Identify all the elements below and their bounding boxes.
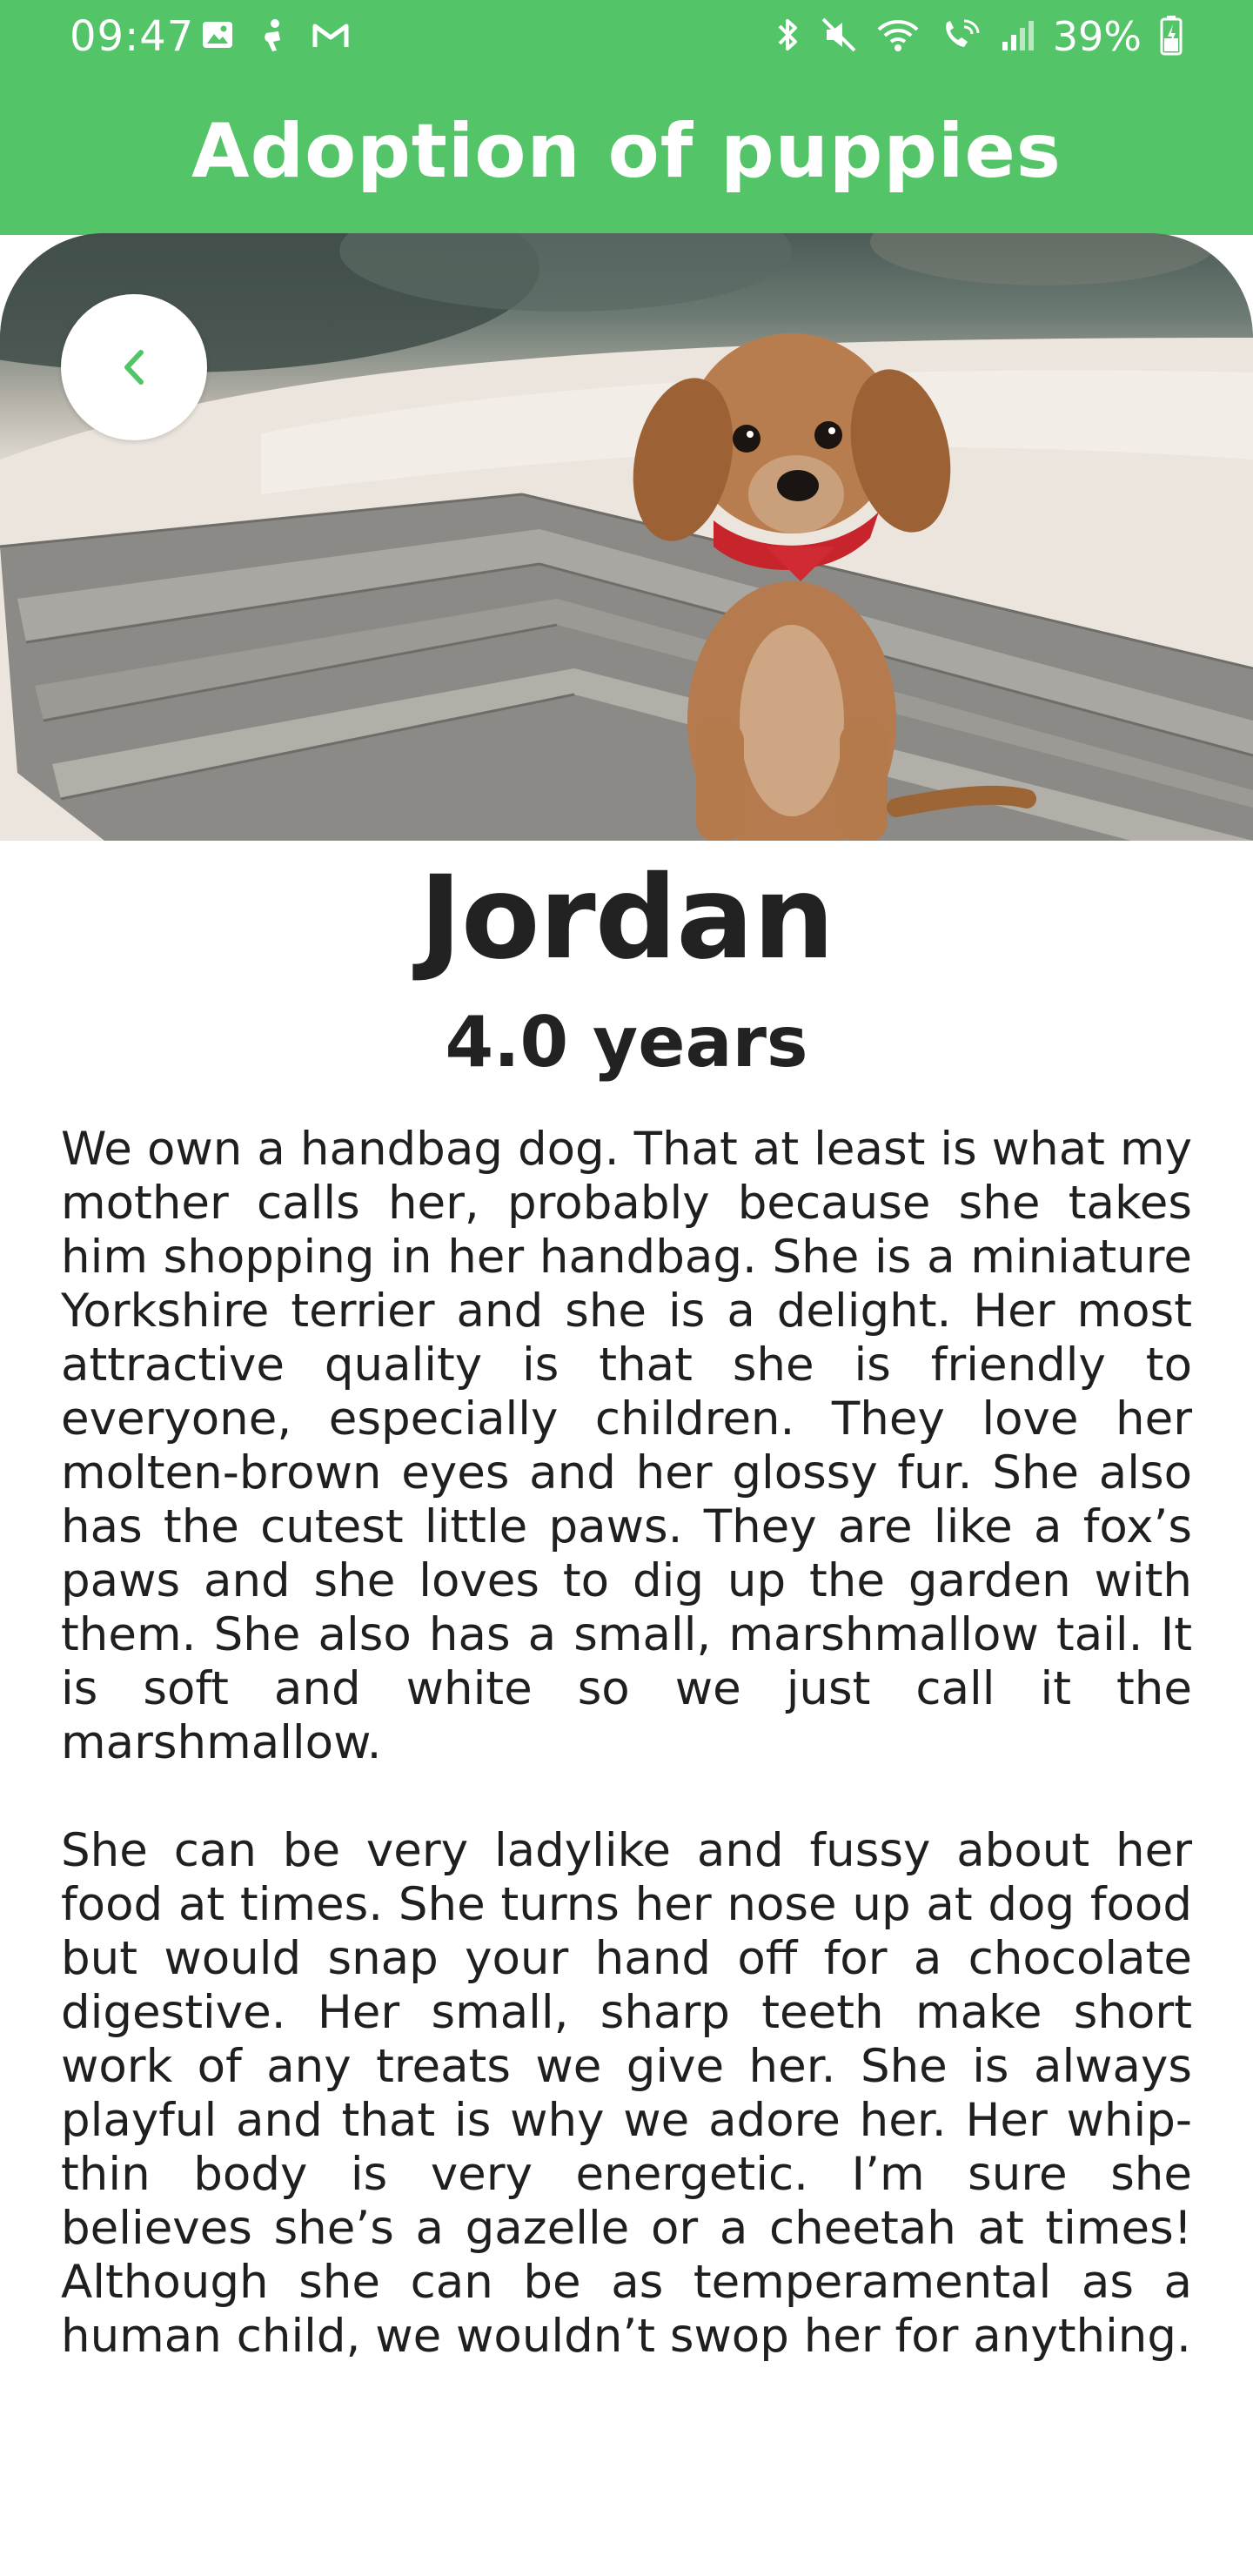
chevron-left-icon [124, 350, 144, 385]
battery-percent: 39% [1052, 13, 1142, 60]
status-bar: 09:47 39% [0, 0, 1253, 73]
gmail-icon [312, 19, 350, 54]
wifi-calling-icon [938, 16, 983, 57]
battery-icon [1159, 14, 1183, 59]
pet-description: We own a handbag dog. That at least is w… [61, 1123, 1192, 2418]
description-paragraph: We own a handbag dog. That at least is w… [61, 1123, 1192, 1769]
pet-age: 4.0 years [445, 1002, 808, 1083]
bluetooth-icon [773, 16, 802, 57]
back-button[interactable] [61, 294, 207, 440]
status-time: 09:47 [70, 12, 195, 61]
app-screen: 09:47 39% Adoption of puppies Jordan 4.0… [0, 0, 1253, 2576]
header-bar: 09:47 39% Adoption of puppies [0, 0, 1253, 235]
accessibility-icon [258, 17, 289, 56]
description-paragraph: She can be very ladylike and fussy about… [61, 1824, 1192, 2363]
page-title: Adoption of puppies [191, 108, 1062, 195]
mute-icon [820, 16, 858, 57]
status-right-icons: 39% [773, 12, 1183, 61]
image-icon [200, 17, 235, 56]
pet-name: Jordan [419, 851, 834, 985]
wifi-icon [875, 16, 921, 57]
status-left-icons [200, 16, 350, 57]
signal-icon [1001, 16, 1035, 57]
